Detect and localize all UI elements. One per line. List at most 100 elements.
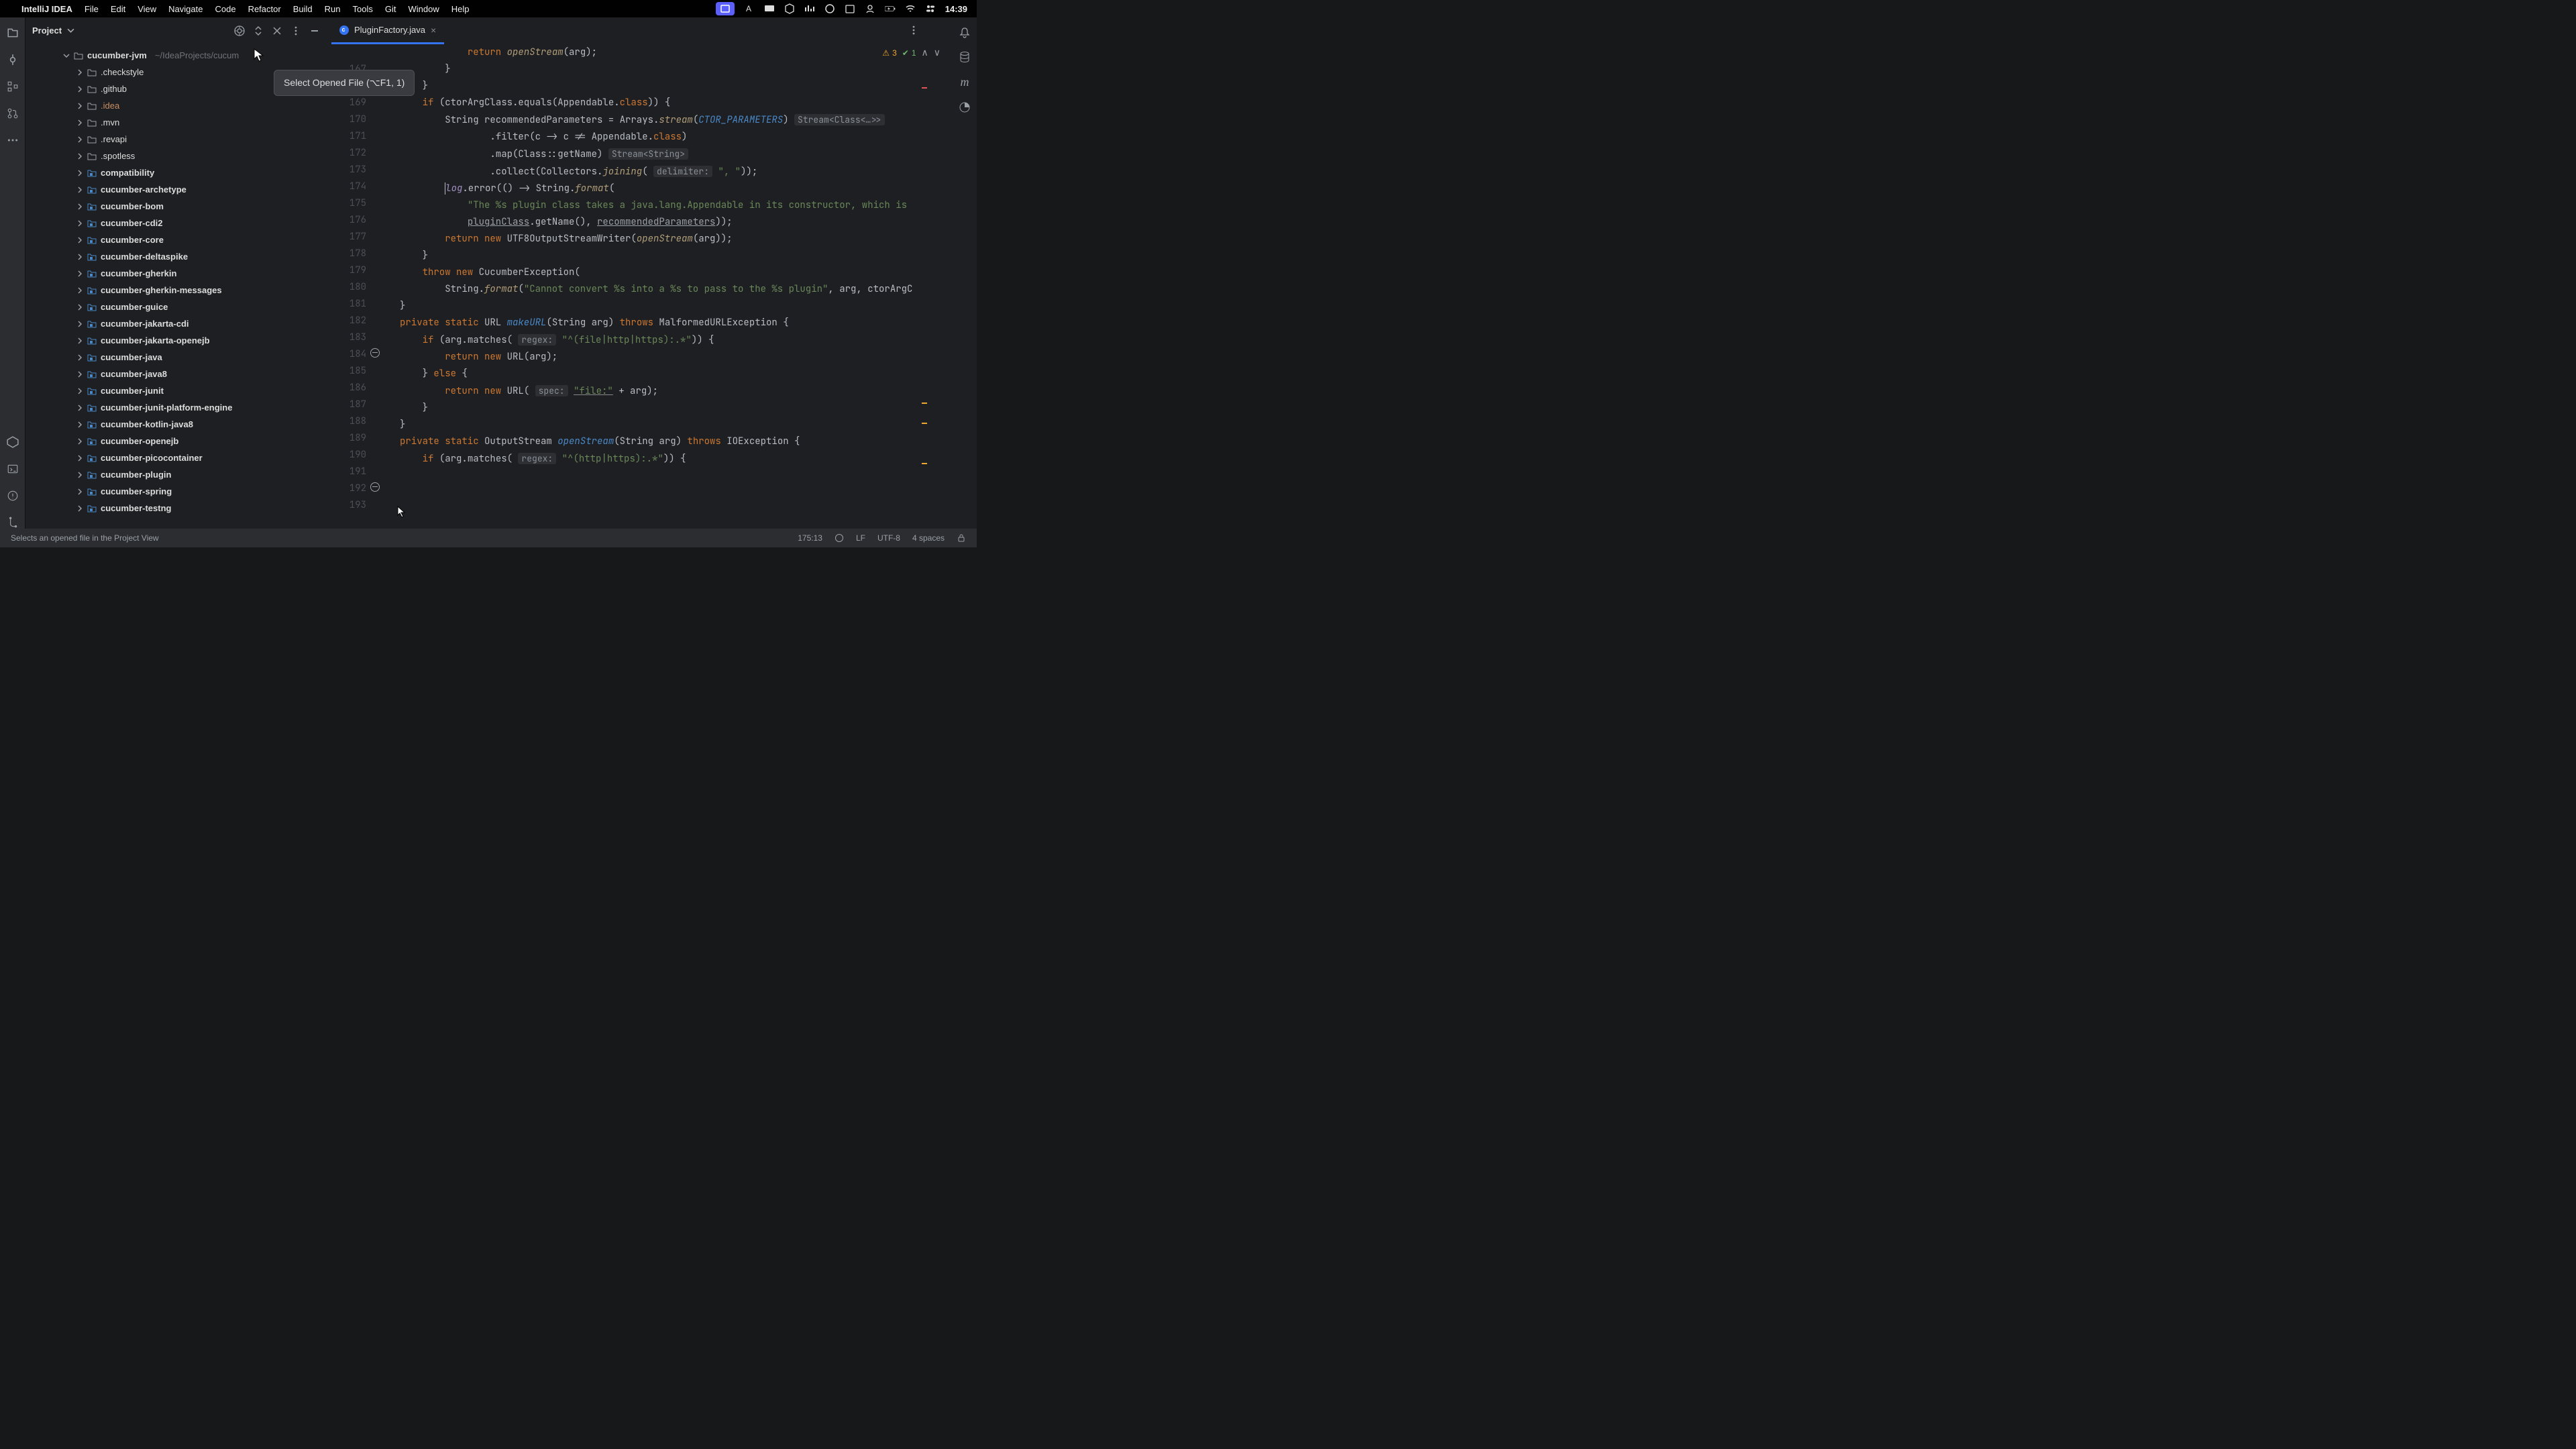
- problems-icon[interactable]: [7, 490, 19, 502]
- tree-item[interactable]: cucumber-plugin: [25, 466, 327, 483]
- tree-item[interactable]: cucumber-picocontainer: [25, 449, 327, 466]
- chevron-right-icon[interactable]: [76, 337, 83, 344]
- tree-item[interactable]: cucumber-jakarta-openejb: [25, 332, 327, 349]
- menu-window[interactable]: Window: [408, 4, 439, 14]
- chevron-right-icon[interactable]: [76, 103, 83, 109]
- tree-item[interactable]: cucumber-guice: [25, 299, 327, 315]
- pull-request-icon[interactable]: [7, 107, 19, 119]
- menu-help[interactable]: Help: [451, 4, 470, 14]
- hide-icon[interactable]: [309, 25, 321, 37]
- chevron-right-icon[interactable]: [76, 455, 83, 462]
- terminal-icon[interactable]: [7, 463, 19, 475]
- tray-circle-icon[interactable]: [824, 3, 835, 14]
- build-icon[interactable]: [7, 436, 19, 448]
- menu-edit[interactable]: Edit: [111, 4, 125, 14]
- maven-icon[interactable]: m: [961, 75, 969, 89]
- tree-item[interactable]: cucumber-cdi2: [25, 215, 327, 231]
- tree-item[interactable]: cucumber-junit: [25, 382, 327, 399]
- chevron-right-icon[interactable]: [76, 153, 83, 160]
- menu-code[interactable]: Code: [215, 4, 235, 14]
- battery-icon[interactable]: [885, 3, 896, 14]
- error-stripe[interactable]: [919, 47, 927, 508]
- code-content[interactable]: return openStream(arg); } } if (ctorArgC…: [390, 44, 953, 529]
- tree-item[interactable]: .spotless: [25, 148, 327, 164]
- commit-icon[interactable]: [7, 54, 19, 66]
- database-icon[interactable]: [959, 51, 971, 63]
- caret-position[interactable]: 175:13: [798, 533, 822, 543]
- chevron-right-icon[interactable]: [76, 505, 83, 512]
- inspection-warnings[interactable]: ⚠ 3: [882, 48, 896, 58]
- chevron-right-icon[interactable]: [76, 488, 83, 495]
- tree-item[interactable]: cucumber-bom: [25, 198, 327, 215]
- more-icon[interactable]: [7, 134, 19, 146]
- menu-build[interactable]: Build: [293, 4, 313, 14]
- tree-item[interactable]: cucumber-java8: [25, 366, 327, 382]
- chevron-right-icon[interactable]: [76, 304, 83, 311]
- tree-item[interactable]: cucumber-junit-platform-engine: [25, 399, 327, 416]
- menu-tools[interactable]: Tools: [352, 4, 372, 14]
- chevron-down-icon[interactable]: [67, 27, 74, 34]
- tray-calendar-icon[interactable]: [845, 3, 855, 14]
- control-center-icon[interactable]: [925, 3, 936, 14]
- chevron-right-icon[interactable]: [76, 421, 83, 428]
- coverage-icon[interactable]: [959, 101, 971, 113]
- tree-root[interactable]: cucumber-jvm ~/IdeaProjects/cucum: [25, 47, 327, 64]
- chevron-right-icon[interactable]: [76, 270, 83, 277]
- tray-display-icon[interactable]: [764, 3, 775, 14]
- line-separator[interactable]: LF: [856, 533, 865, 543]
- notifications-icon[interactable]: [959, 27, 971, 39]
- tab-options-icon[interactable]: [908, 25, 919, 36]
- tree-item[interactable]: cucumber-openejb: [25, 433, 327, 449]
- chevron-right-icon[interactable]: [76, 69, 83, 76]
- menu-git[interactable]: Git: [385, 4, 396, 14]
- tree-item[interactable]: .revapi: [25, 131, 327, 148]
- chevron-right-icon[interactable]: [76, 287, 83, 294]
- project-tree[interactable]: cucumber-jvm ~/IdeaProjects/cucum .check…: [25, 44, 327, 529]
- tree-item[interactable]: .mvn: [25, 114, 327, 131]
- tree-item[interactable]: cucumber-spring: [25, 483, 327, 500]
- next-highlight-icon[interactable]: ∨: [934, 47, 941, 58]
- vcs-icon[interactable]: [7, 517, 19, 529]
- structure-icon[interactable]: [7, 80, 19, 93]
- chevron-right-icon[interactable]: [76, 186, 83, 193]
- options-icon[interactable]: [290, 25, 302, 37]
- tray-bars-icon[interactable]: [804, 3, 815, 14]
- menu-file[interactable]: File: [85, 4, 99, 14]
- tree-item[interactable]: .idea: [25, 97, 327, 114]
- tray-a-icon[interactable]: A: [744, 3, 755, 14]
- tray-cube-icon[interactable]: [784, 3, 795, 14]
- tree-item[interactable]: cucumber-archetype: [25, 181, 327, 198]
- chevron-right-icon[interactable]: [76, 220, 83, 227]
- menu-run[interactable]: Run: [325, 4, 341, 14]
- wifi-icon[interactable]: [905, 3, 916, 14]
- chevron-right-icon[interactable]: [76, 119, 83, 126]
- stage-manager-icon[interactable]: [716, 2, 735, 15]
- chevron-right-icon[interactable]: [76, 254, 83, 260]
- readonly-icon[interactable]: [835, 533, 844, 543]
- expand-all-icon[interactable]: [252, 25, 264, 37]
- chevron-right-icon[interactable]: [76, 405, 83, 411]
- project-icon[interactable]: [7, 27, 19, 39]
- chevron-right-icon[interactable]: [76, 203, 83, 210]
- close-icon[interactable]: ×: [431, 25, 436, 36]
- tree-item[interactable]: cucumber-kotlin-java8: [25, 416, 327, 433]
- chevron-right-icon[interactable]: [76, 472, 83, 478]
- file-encoding[interactable]: UTF-8: [877, 533, 900, 543]
- select-opened-file-icon[interactable]: [233, 25, 246, 37]
- project-title[interactable]: Project: [32, 25, 62, 36]
- readonly-toggle-icon[interactable]: [957, 533, 966, 543]
- chevron-right-icon[interactable]: [76, 388, 83, 394]
- tray-user-icon[interactable]: [865, 3, 875, 14]
- tree-item[interactable]: cucumber-gherkin: [25, 265, 327, 282]
- chevron-right-icon[interactable]: [76, 136, 83, 143]
- chevron-right-icon[interactable]: [76, 354, 83, 361]
- clock[interactable]: 14:39: [945, 4, 967, 14]
- menu-navigate[interactable]: Navigate: [168, 4, 203, 14]
- menu-view[interactable]: View: [138, 4, 156, 14]
- chevron-right-icon[interactable]: [76, 438, 83, 445]
- chevron-right-icon[interactable]: [76, 170, 83, 176]
- editor-tab[interactable]: PluginFactory.java ×: [331, 17, 444, 44]
- tree-item[interactable]: cucumber-jakarta-cdi: [25, 315, 327, 332]
- tree-item[interactable]: cucumber-java: [25, 349, 327, 366]
- tree-item[interactable]: cucumber-core: [25, 231, 327, 248]
